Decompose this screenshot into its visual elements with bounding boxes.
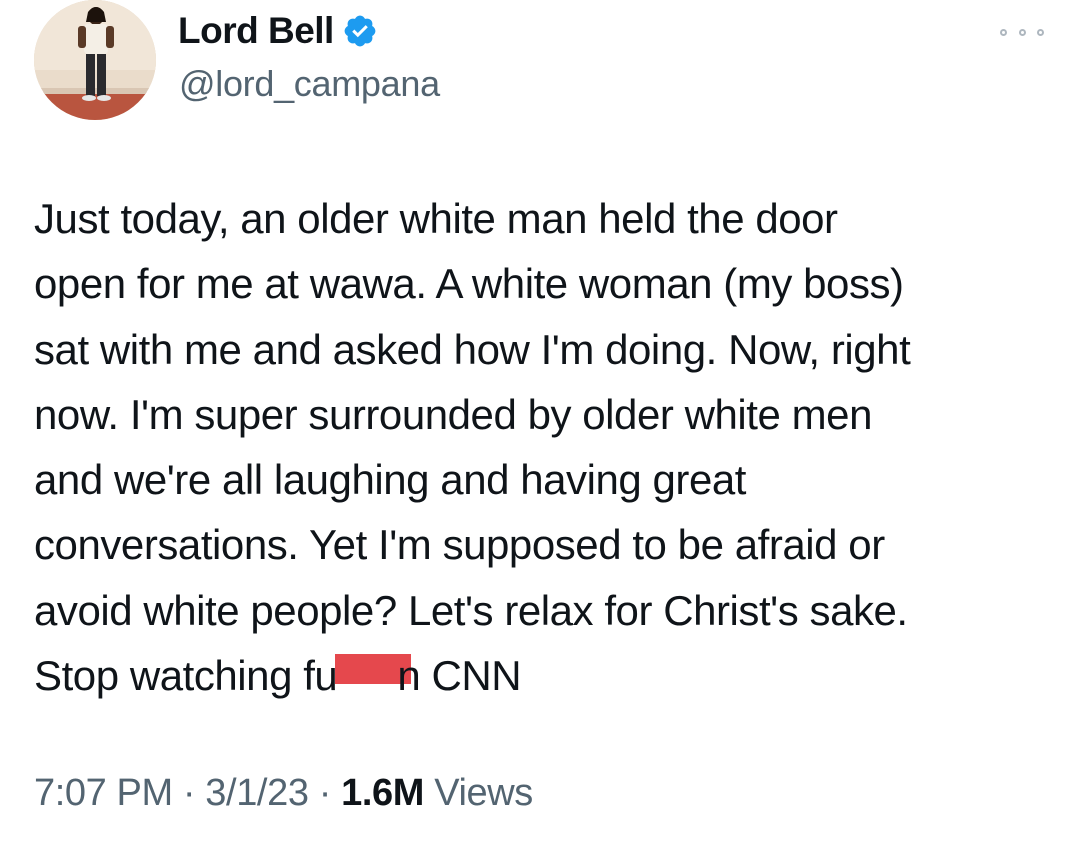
tweet-line: conversations. Yet I'm supposed to be af… (34, 521, 885, 569)
tweet: Lord Bell @lord_campana Just today, an o… (0, 0, 1080, 846)
author-name-text[interactable]: Lord Bell (178, 10, 334, 52)
tweet-line: now. I'm super surrounded by older white… (34, 390, 873, 438)
tweet-date[interactable]: 3/1/23 (205, 772, 309, 814)
avatar-photo (34, 0, 156, 120)
tweet-line: avoid white people? Let's relax for Chri… (34, 586, 908, 634)
tweet-meta: 7:07 PM · 3/1/23 · 1.6M Views (34, 772, 533, 815)
tweet-time[interactable]: 7:07 PM (34, 772, 173, 814)
tweet-text-after-censor: n CNN (397, 652, 522, 700)
tweet-text: Just today, an older white man held the … (34, 186, 1064, 708)
tweet-line: and we're all laughing and having great (34, 456, 746, 504)
tweet-line: open for me at wawa. A white woman (my b… (34, 260, 904, 308)
tweet-line-last: Stop watching fu n CNN (34, 643, 1064, 708)
tweet-text-before-censor: Stop watching fu (34, 652, 338, 700)
views-count[interactable]: 1.6M (341, 772, 424, 814)
tweet-line: sat with me and asked how I'm doing. Now… (34, 325, 911, 373)
more-horizontal-icon-dot (1018, 28, 1026, 36)
views-label[interactable]: Views (424, 772, 533, 814)
author-name[interactable]: Lord Bell (178, 10, 378, 52)
more-options-button[interactable] (1000, 22, 1044, 42)
verified-badge-icon (344, 15, 376, 47)
meta-separator: · (172, 772, 206, 814)
meta-separator: · (308, 772, 342, 814)
avatar[interactable] (34, 0, 156, 120)
author-handle[interactable]: @lord_campana (179, 63, 440, 105)
more-horizontal-icon-dot (1037, 28, 1044, 36)
more-horizontal-icon (1000, 28, 1007, 36)
tweet-line: Just today, an older white man held the … (34, 195, 838, 242)
